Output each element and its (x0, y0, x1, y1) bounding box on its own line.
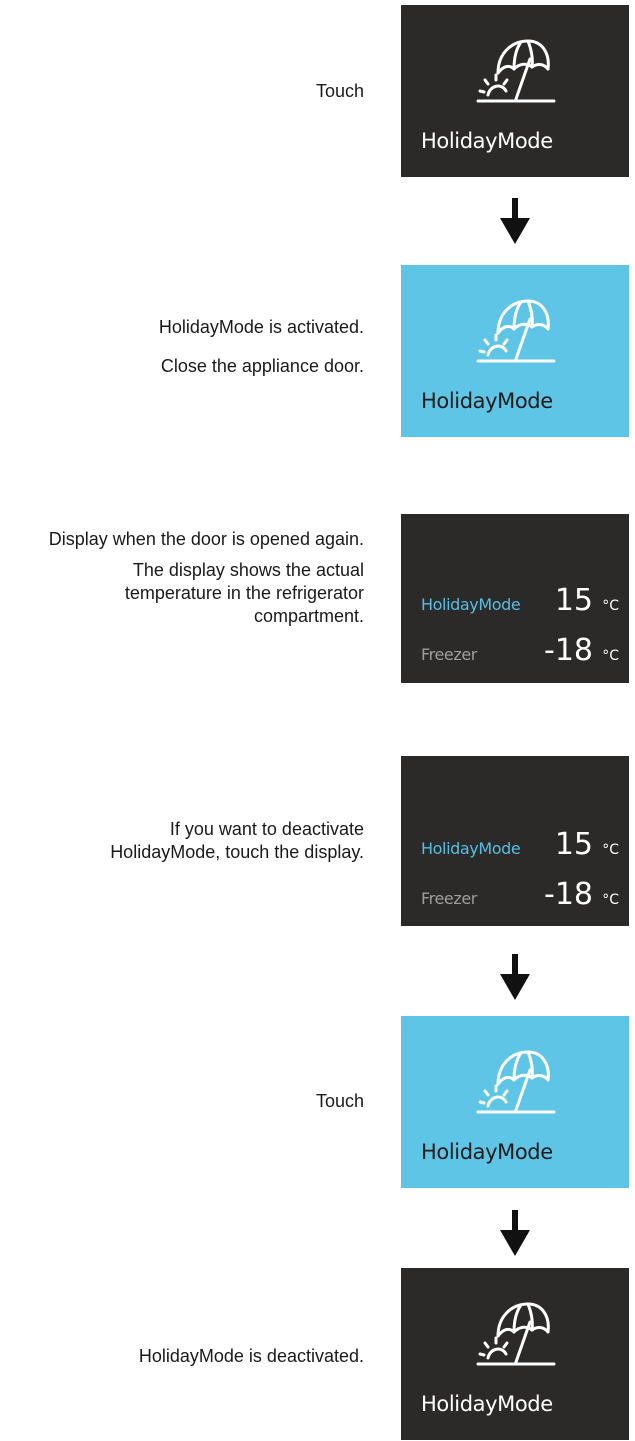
holidaymode-temperature: 15 (554, 583, 593, 618)
instruction-text: Touch (315, 1091, 364, 1111)
holidaymode-row: HolidayMode 15 °C (421, 578, 619, 618)
holidaymode-button[interactable]: HolidayMode (401, 1016, 629, 1188)
holidaymode-row: HolidayMode 15 °C (421, 822, 619, 862)
holidaymode-button[interactable]: HolidayMode (401, 5, 629, 177)
freezer-label: Freezer (421, 645, 477, 664)
arrow-down-icon (500, 954, 530, 1000)
temperature-unit: °C (602, 842, 619, 858)
panel-label: HolidayMode (421, 1140, 553, 1164)
instruction-text: Display when the door is opened again. (48, 529, 364, 549)
temperature-display[interactable]: HolidayMode 15 °C Freezer -18 °C (401, 756, 629, 926)
freezer-temperature: -18 (544, 633, 593, 668)
panel-label: HolidayMode (421, 389, 553, 413)
instruction-text: If you want to deactivate HolidayMode, t… (110, 819, 364, 862)
freezer-temperature: -18 (544, 877, 593, 912)
umbrella-sun-icon (476, 33, 556, 109)
instruction-step-1: Touch (316, 80, 364, 103)
freezer-row: Freezer -18 °C (421, 628, 619, 668)
holidaymode-panel-inactive: HolidayMode (401, 1268, 629, 1440)
holidaymode-temperature: 15 (554, 827, 593, 862)
holidaymode-label: HolidayMode (421, 839, 521, 858)
umbrella-sun-icon (476, 293, 556, 369)
umbrella-sun-icon (476, 1296, 556, 1372)
panel-label: HolidayMode (421, 1392, 553, 1416)
holidaymode-label: HolidayMode (421, 595, 521, 614)
instruction-step-4: If you want to deactivate HolidayMode, t… (4, 818, 364, 864)
instruction-text: HolidayMode is activated. (158, 317, 364, 337)
arrow-down-icon (500, 1210, 530, 1256)
panel-label: HolidayMode (421, 129, 553, 153)
freezer-row: Freezer -18 °C (421, 872, 619, 912)
temperature-unit: °C (602, 648, 619, 664)
instruction-step-5: Touch (316, 1090, 364, 1113)
instruction-text: Close the appliance door. (160, 356, 364, 376)
instruction-step-3: Display when the door is opened again. T… (4, 528, 364, 628)
holidaymode-panel-active: HolidayMode (401, 265, 629, 437)
instruction-text: HolidayMode is deactivated. (138, 1346, 364, 1366)
temperature-unit: °C (602, 892, 619, 908)
freezer-label: Freezer (421, 889, 477, 908)
arrow-down-icon (500, 198, 530, 244)
instruction-text: Touch (315, 81, 364, 101)
temperature-display: HolidayMode 15 °C Freezer -18 °C (401, 514, 629, 683)
temperature-unit: °C (602, 598, 619, 614)
instruction-step-6: HolidayMode is deactivated. (139, 1345, 364, 1368)
instruction-step-2: HolidayMode is activated. Close the appl… (159, 316, 364, 378)
instruction-text: The display shows the actual temperature… (124, 560, 364, 626)
umbrella-sun-icon (476, 1044, 556, 1120)
